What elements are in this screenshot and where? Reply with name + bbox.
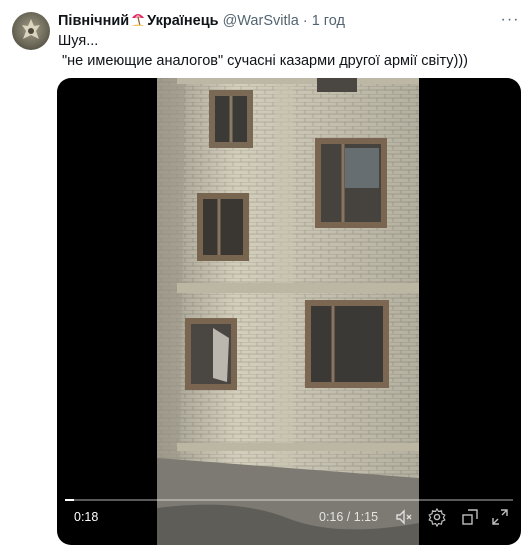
beach-umbrella-icon	[130, 11, 146, 27]
mute-icon[interactable]	[394, 507, 414, 527]
video-duration: 0:16 / 1:15	[319, 510, 379, 524]
author-handle[interactable]: @WarSvitla	[223, 13, 299, 29]
settings-icon[interactable]	[427, 507, 447, 527]
window	[185, 318, 237, 390]
author-name-part2: Українець	[147, 13, 219, 29]
window	[197, 193, 249, 261]
separator-dot: ·	[302, 13, 308, 29]
building-image	[157, 78, 419, 545]
tweet-card[interactable]: Північний Українець @WarSvitla · 1 год ··…	[0, 0, 532, 550]
avatar[interactable]	[12, 12, 50, 50]
more-options-icon[interactable]: ···	[500, 12, 520, 32]
video-controls: 0:18 0:16 / 1:15	[57, 501, 521, 545]
popout-icon[interactable]	[460, 507, 480, 527]
tweet-timestamp[interactable]: 1 год	[312, 13, 345, 29]
video-elapsed-time: 0:18	[74, 510, 99, 524]
window	[209, 90, 253, 148]
video-player[interactable]: 0:18 0:16 / 1:15	[57, 78, 521, 545]
window	[317, 78, 357, 92]
window	[305, 300, 389, 388]
author-name[interactable]: Північний Українець	[58, 13, 223, 29]
window	[315, 138, 387, 228]
tweet-text: Шуя... "не имеющие аналогов" сучасні каз…	[58, 33, 469, 69]
author-name-part1: Північний	[58, 13, 130, 29]
fullscreen-icon[interactable]	[490, 507, 510, 527]
tweet-header: Північний Українець @WarSvitla · 1 год	[58, 11, 345, 31]
avatar-emblem-icon	[22, 19, 40, 39]
video-frame	[157, 78, 419, 545]
